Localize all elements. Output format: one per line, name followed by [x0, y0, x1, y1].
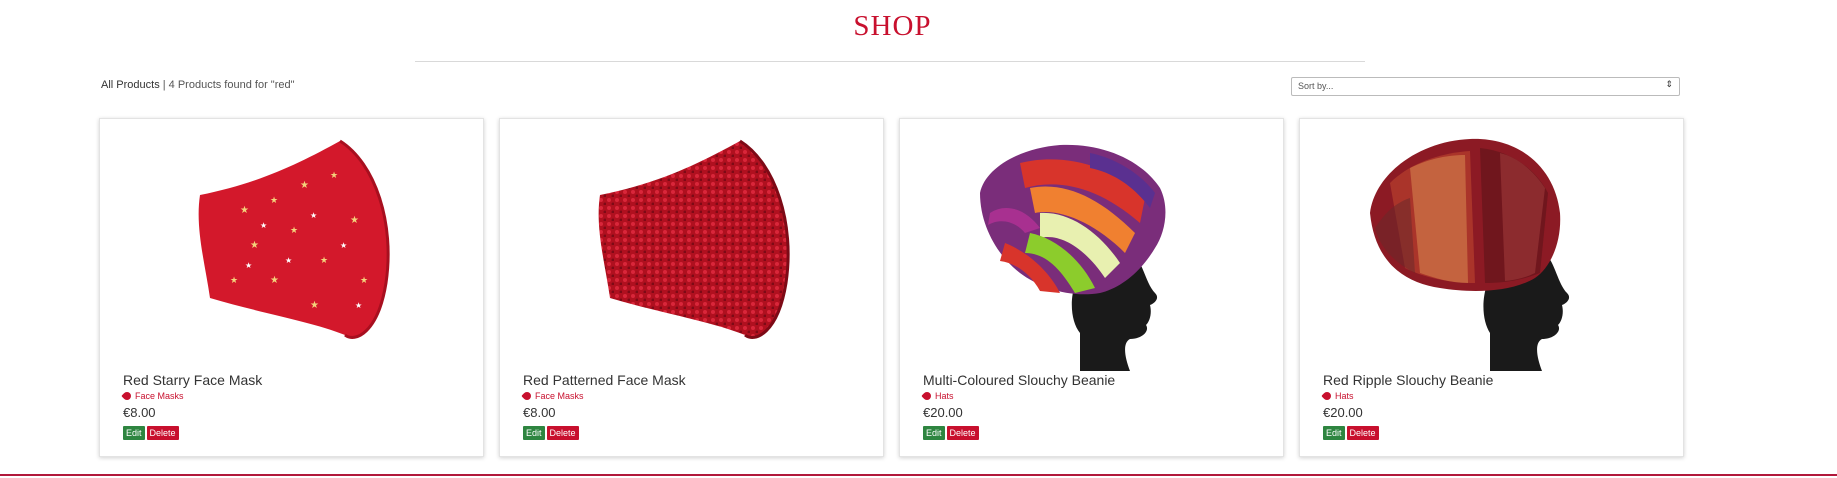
- svg-text:★: ★: [320, 255, 328, 265]
- svg-text:★: ★: [285, 256, 292, 265]
- sort-select[interactable]: Sort by... ⇕: [1291, 77, 1680, 96]
- product-category[interactable]: Hats: [921, 390, 954, 402]
- delete-button[interactable]: Delete: [1346, 426, 1379, 440]
- svg-text:★: ★: [310, 300, 319, 311]
- svg-text:★: ★: [270, 195, 278, 205]
- product-price: €20.00: [1323, 405, 1363, 420]
- red-patterned-face-mask-image[interactable]: [550, 133, 830, 371]
- all-products-link[interactable]: All Products: [101, 79, 160, 91]
- svg-text:★: ★: [300, 180, 309, 191]
- svg-text:★: ★: [245, 261, 252, 270]
- product-price: €8.00: [123, 405, 156, 420]
- product-price: €20.00: [923, 405, 963, 420]
- svg-text:★: ★: [340, 241, 347, 250]
- page-title: SHOP: [853, 10, 932, 42]
- sort-select-value: Sort by...: [1298, 81, 1334, 91]
- product-category[interactable]: Face Masks: [121, 390, 184, 402]
- product-category-label: Face Masks: [135, 391, 184, 401]
- title-divider: [415, 61, 1365, 62]
- product-category-label: Hats: [935, 391, 954, 401]
- product-card[interactable]: ★ ★ ★ ★ ★ ★ ★ ★ ★ ★ ★ ★ ★ ★ ★ ★ ★ ★ Red Starry Fa…: [99, 118, 484, 457]
- tag-icon: [921, 390, 933, 402]
- svg-text:★: ★: [360, 275, 368, 285]
- product-category[interactable]: Face Masks: [521, 390, 584, 402]
- svg-text:★: ★: [355, 301, 362, 310]
- svg-text:★: ★: [270, 275, 279, 286]
- select-arrows-icon: ⇕: [1665, 79, 1673, 89]
- product-category-label: Face Masks: [535, 391, 584, 401]
- product-category-label: Hats: [1335, 391, 1354, 401]
- edit-button[interactable]: Edit: [923, 426, 945, 440]
- product-card[interactable]: Multi-Coloured Slouchy Beanie Hats €20.0…: [899, 118, 1284, 457]
- results-count: | 4 Products found for "red": [159, 79, 295, 91]
- svg-text:★: ★: [330, 170, 338, 180]
- product-name[interactable]: Red Ripple Slouchy Beanie: [1323, 372, 1493, 388]
- edit-button[interactable]: Edit: [523, 426, 545, 440]
- delete-button[interactable]: Delete: [946, 426, 979, 440]
- svg-text:★: ★: [290, 225, 298, 235]
- delete-button[interactable]: Delete: [146, 426, 179, 440]
- footer-divider: [0, 474, 1837, 476]
- product-category[interactable]: Hats: [1321, 390, 1354, 402]
- tag-icon: [121, 390, 133, 402]
- tag-icon: [521, 390, 533, 402]
- svg-text:★: ★: [250, 240, 259, 251]
- svg-text:★: ★: [310, 211, 317, 220]
- red-starry-face-mask-image[interactable]: ★ ★ ★ ★ ★ ★ ★ ★ ★ ★ ★ ★ ★ ★ ★ ★ ★ ★: [150, 133, 430, 371]
- svg-text:★: ★: [240, 205, 249, 216]
- svg-text:★: ★: [350, 215, 359, 226]
- product-name[interactable]: Red Patterned Face Mask: [523, 372, 686, 388]
- svg-text:★: ★: [230, 275, 238, 285]
- product-price: €8.00: [523, 405, 556, 420]
- edit-button[interactable]: Edit: [123, 426, 145, 440]
- multi-coloured-beanie-image[interactable]: [950, 133, 1230, 371]
- product-name[interactable]: Red Starry Face Mask: [123, 372, 262, 388]
- product-card[interactable]: Red Ripple Slouchy Beanie Hats €20.00 Ed…: [1299, 118, 1684, 457]
- svg-text:★: ★: [260, 221, 267, 230]
- tag-icon: [1321, 390, 1333, 402]
- breadcrumb: All Products | 4 Products found for "red…: [101, 79, 295, 91]
- delete-button[interactable]: Delete: [546, 426, 579, 440]
- edit-button[interactable]: Edit: [1323, 426, 1345, 440]
- red-ripple-beanie-image[interactable]: [1350, 133, 1630, 371]
- product-name[interactable]: Multi-Coloured Slouchy Beanie: [923, 372, 1115, 388]
- product-card[interactable]: Red Patterned Face Mask Face Masks €8.00…: [499, 118, 884, 457]
